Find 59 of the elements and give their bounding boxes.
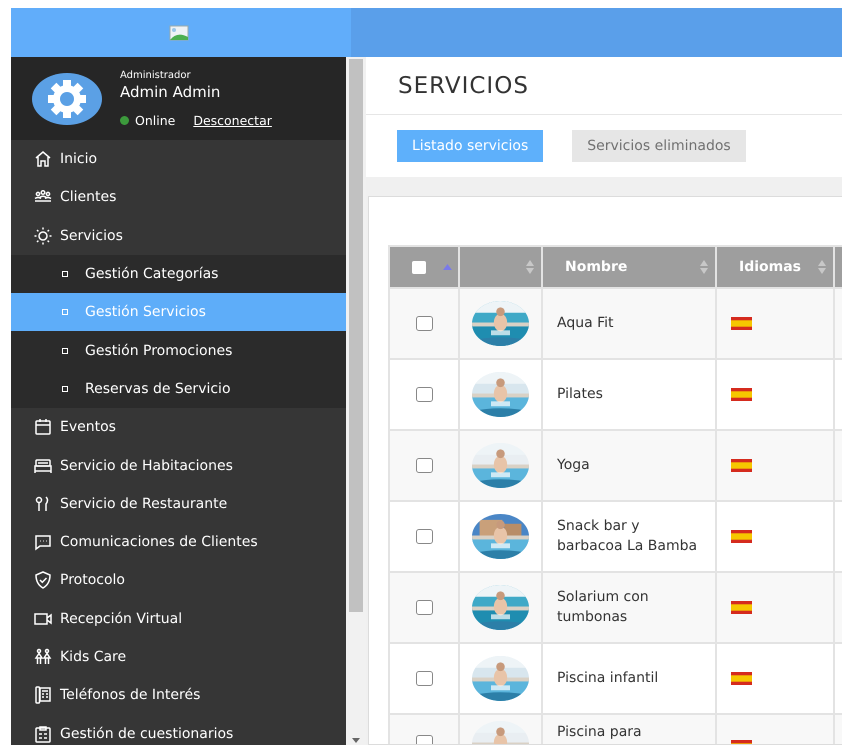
status-dot bbox=[120, 116, 129, 124]
scroll-down-arrow-icon[interactable] bbox=[352, 738, 360, 743]
sidebar-item[interactable]: Comunicaciones de Clientes bbox=[11, 522, 346, 562]
flag-icon bbox=[731, 388, 752, 401]
children-icon bbox=[33, 647, 53, 667]
user-role: Administrador bbox=[120, 70, 192, 80]
row-checkbox[interactable] bbox=[416, 671, 432, 686]
user-name: Admin Admin bbox=[120, 82, 222, 100]
flag-icon bbox=[731, 530, 752, 543]
bullet-icon bbox=[62, 271, 68, 278]
submenu-item[interactable]: Gestión Categorías bbox=[11, 254, 346, 294]
sidebar-item[interactable]: Servicio de Habitaciones bbox=[11, 446, 346, 485]
status-text: Online bbox=[135, 112, 176, 128]
flag-icon bbox=[731, 672, 752, 685]
sidebar-item[interactable]: Recepción Virtual bbox=[11, 600, 346, 638]
submenu-item[interactable]: Reservas de Servicio bbox=[11, 370, 346, 408]
page-title: SERVICIOS bbox=[366, 57, 842, 115]
service-name: Snack bar y barbacoa La Bamba bbox=[556, 517, 698, 556]
sidebar-item[interactable]: Teléfonos de Interés bbox=[11, 676, 346, 714]
flag-icon bbox=[731, 317, 752, 330]
sidebar-item[interactable]: Protocolo bbox=[11, 561, 346, 600]
sun-icon bbox=[33, 226, 53, 246]
shield-icon bbox=[33, 570, 53, 590]
service-name: Yoga bbox=[556, 456, 591, 475]
flag-icon bbox=[731, 601, 752, 614]
column-header[interactable] bbox=[459, 246, 542, 288]
row-checkbox[interactable] bbox=[416, 316, 432, 331]
gear-icon bbox=[32, 72, 102, 124]
sidebar-item[interactable]: Gestión de cuestionarios bbox=[11, 714, 346, 745]
service-name: Piscina para bbox=[556, 723, 643, 742]
service-name: Pilates bbox=[556, 384, 604, 404]
sidebar-item[interactable]: Clientes bbox=[11, 178, 346, 217]
flag-icon bbox=[731, 459, 752, 472]
row-checkbox[interactable] bbox=[416, 458, 432, 473]
service-name: Aqua Fit bbox=[556, 314, 615, 333]
bullet-icon bbox=[62, 309, 68, 316]
row-checkbox[interactable] bbox=[416, 387, 432, 402]
column-header[interactable] bbox=[389, 246, 459, 288]
broken-image-icon bbox=[169, 24, 189, 40]
sidebar-item[interactable]: Eventos bbox=[11, 408, 346, 446]
logout-link[interactable]: Desconectar bbox=[193, 112, 272, 128]
row-checkbox[interactable] bbox=[416, 600, 432, 615]
sidebar-item[interactable]: Inicio bbox=[11, 140, 346, 178]
sidebar-item[interactable]: Servicios bbox=[11, 216, 346, 255]
service-name: Solarium con tumbonas bbox=[556, 588, 650, 626]
home-icon bbox=[33, 149, 53, 170]
calendar-icon bbox=[33, 417, 53, 438]
bullet-icon bbox=[62, 348, 68, 354]
phone-book-icon bbox=[33, 685, 53, 706]
service-name: Piscina infantil bbox=[556, 668, 660, 688]
sidebar-item[interactable]: Kids Care bbox=[11, 638, 346, 676]
sidebar-item[interactable]: Servicio de Restaurante bbox=[11, 484, 346, 523]
select-all-checkbox[interactable] bbox=[412, 260, 426, 274]
bullet-icon bbox=[62, 386, 68, 392]
tab[interactable]: Servicios eliminados bbox=[572, 130, 746, 162]
submenu-item[interactable]: Gestión Promociones bbox=[11, 331, 346, 370]
row-checkbox[interactable] bbox=[416, 529, 432, 544]
clipboard-icon bbox=[33, 724, 53, 744]
scrollbar[interactable] bbox=[346, 57, 366, 745]
